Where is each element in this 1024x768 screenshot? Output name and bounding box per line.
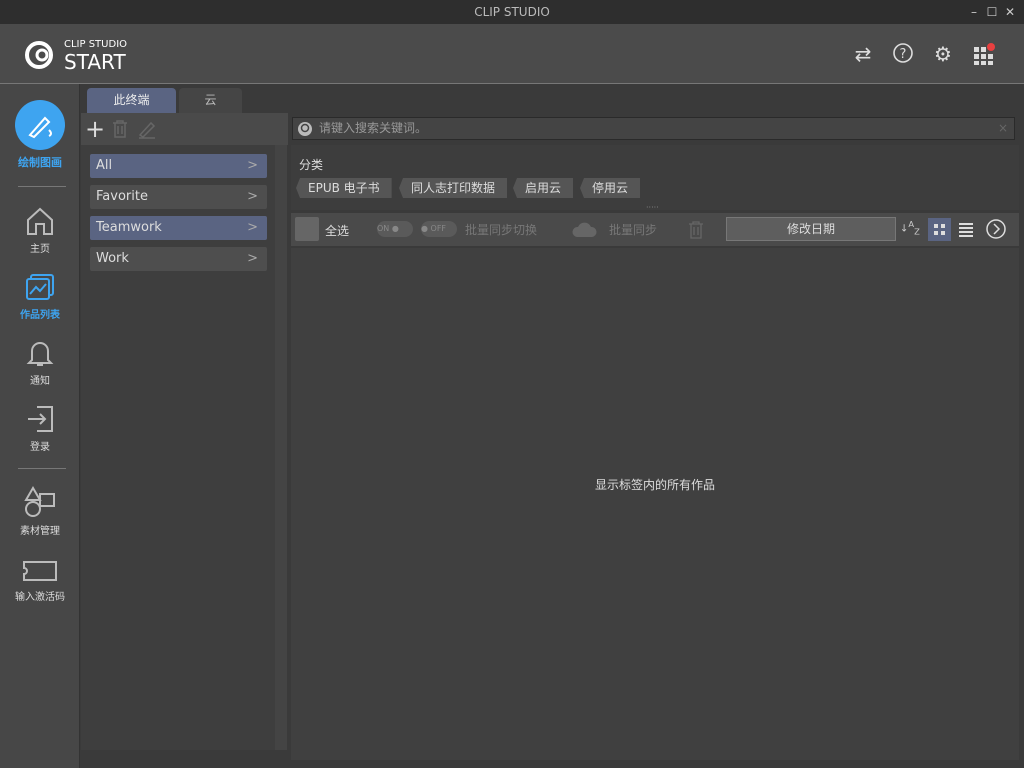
category-item-all[interactable]: All > (90, 154, 267, 178)
category-label: Teamwork (96, 220, 162, 235)
tag-doujin-print[interactable]: 同人志打印数据 (399, 178, 508, 198)
works-toolbar: 全选 ON ● ● OFF 批量同步切换 批量同步 修改日期 ↓AZ (291, 213, 1019, 246)
batch-sync-toggle-label: 批量同步切换 (465, 223, 538, 237)
search-placeholder: 请键入搜索关键词。 (319, 121, 428, 135)
window-title: CLIP STUDIO (474, 5, 550, 19)
category-item-favorite[interactable]: Favorite > (90, 185, 267, 209)
clear-search-icon[interactable]: × (998, 118, 1008, 139)
select-all-checkbox[interactable] (295, 217, 319, 241)
works-content-area: 显示标签内的所有作品 (291, 248, 1019, 760)
home-icon (27, 207, 53, 235)
category-item-work[interactable]: Work > (90, 247, 267, 271)
chevron-right-icon: > (247, 189, 258, 204)
nav-label: 登录 (30, 442, 50, 453)
sort-dropdown[interactable]: 修改日期 (726, 217, 896, 241)
artwork-list-icon (26, 274, 54, 300)
logo-small-text: CLIP STUDIO (64, 39, 128, 50)
bell-icon (26, 342, 54, 366)
off-label: OFF (430, 224, 447, 233)
gear-icon[interactable]: ⚙ (931, 42, 955, 66)
category-scrollbar[interactable] (275, 145, 287, 750)
category-label: Work (96, 251, 129, 266)
search-input[interactable]: 请键入搜索关键词。 × (292, 117, 1015, 140)
tab-bar: 此终端 云 (81, 84, 1024, 113)
edit-icon[interactable] (137, 119, 157, 142)
filter-title: 分类 (299, 158, 324, 172)
category-label: Favorite (96, 189, 148, 204)
sidebar-nav: 绘制图画 主页 作品列表 通知 登录 素材管理 输入激活码 (0, 84, 80, 768)
nav-label: 绘制图画 (18, 156, 62, 169)
nav-label: 通知 (30, 376, 50, 387)
select-all-label: 全选 (325, 224, 350, 238)
on-label: ON (377, 224, 390, 233)
nav-draw[interactable]: 绘制图画 (0, 100, 80, 170)
empty-message: 显示标签内的所有作品 (594, 478, 715, 492)
tag-epub[interactable]: EPUB 电子书 (296, 178, 392, 198)
sync-arrows-icon[interactable]: ⇄ (851, 42, 875, 66)
logo-big-text: START (64, 50, 126, 74)
batch-sync-label[interactable]: 批量同步 (609, 221, 657, 238)
trash-icon[interactable] (688, 220, 704, 243)
brush-icon (15, 100, 65, 150)
help-icon[interactable]: ? (891, 42, 915, 66)
category-label: All (96, 158, 113, 173)
logo: CLIP STUDIO START (24, 39, 127, 74)
shapes-icon (24, 486, 55, 517)
title-bar: CLIP STUDIO (0, 0, 1024, 24)
filter-area: 分类 EPUB 电子书 同人志打印数据 启用云 停用云 ····· (291, 145, 1019, 212)
tab-this-device[interactable]: 此终端 (87, 88, 176, 113)
nav-label: 输入激活码 (15, 592, 65, 603)
sync-on-toggle[interactable]: ON ● (377, 221, 413, 237)
cloud-sync-icon[interactable] (571, 219, 599, 242)
nav-login[interactable]: 登录 (0, 404, 80, 453)
nav-notifications[interactable]: 通知 (0, 338, 80, 387)
tag-cloud-enabled[interactable]: 启用云 (513, 178, 574, 198)
nav-label: 主页 (30, 244, 50, 255)
chevron-right-icon: > (247, 251, 258, 266)
nav-materials[interactable]: 素材管理 (0, 486, 80, 537)
category-toolbar: + (81, 113, 288, 145)
maximize-button[interactable]: ☐ (982, 0, 1002, 24)
close-button[interactable]: ✕ (1000, 0, 1020, 24)
tag-cloud-disabled[interactable]: 停用云 (580, 178, 641, 198)
resize-handle[interactable]: ····· (646, 203, 659, 212)
category-item-teamwork[interactable]: Teamwork > (90, 216, 267, 240)
ticket-icon (23, 561, 57, 581)
tab-cloud[interactable]: 云 (179, 88, 242, 113)
chevron-right-circle-icon[interactable] (986, 219, 1006, 242)
header: CLIP STUDIO START ⇄ ? ⚙ (0, 24, 1024, 84)
nav-works[interactable]: 作品列表 (0, 272, 80, 321)
nav-label: 作品列表 (20, 310, 60, 321)
logo-icon (25, 41, 53, 69)
grid-view-icon[interactable] (928, 218, 951, 241)
chevron-right-icon: > (247, 158, 258, 173)
login-icon (28, 406, 53, 432)
category-list: All > Favorite > Teamwork > Work > (81, 145, 275, 750)
svg-text:?: ? (900, 47, 907, 62)
apps-grid-icon[interactable] (971, 42, 995, 66)
sync-off-toggle[interactable]: ● OFF (421, 221, 457, 237)
trash-icon[interactable] (111, 119, 129, 142)
search-icon (297, 121, 313, 144)
chevron-right-icon: > (247, 220, 258, 235)
nav-label: 素材管理 (20, 526, 60, 537)
minimize-button[interactable]: – (964, 0, 984, 24)
add-icon[interactable]: + (85, 115, 105, 143)
nav-activation-code[interactable]: 输入激活码 (0, 558, 80, 603)
nav-home[interactable]: 主页 (0, 206, 80, 255)
sort-az-icon[interactable]: ↓AZ (900, 219, 920, 236)
list-view-icon[interactable] (957, 219, 975, 242)
